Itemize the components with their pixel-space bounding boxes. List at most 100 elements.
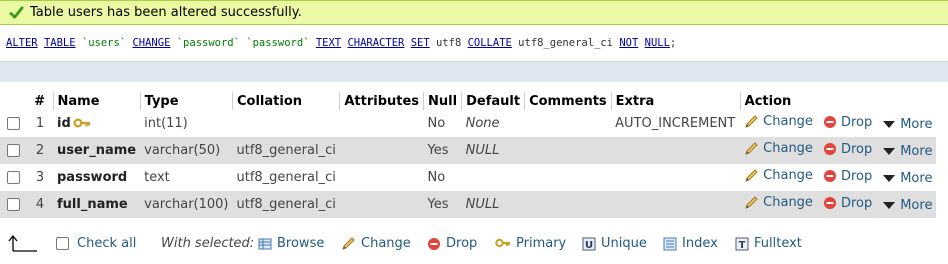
unique-button[interactable]: U Unique	[582, 236, 647, 251]
primary-label[interactable]: Primary	[516, 236, 566, 251]
row-select[interactable]	[0, 110, 27, 137]
more-label[interactable]: More	[900, 144, 932, 159]
browse-label[interactable]: Browse	[277, 236, 324, 251]
drop-label[interactable]: Drop	[841, 142, 872, 157]
row-select[interactable]	[0, 137, 27, 164]
drop-label[interactable]: Drop	[446, 236, 477, 251]
bulk-actions-bar: Check all With selected: Browse Change D…	[0, 230, 948, 260]
sql-keyword[interactable]: CHANGE	[132, 37, 170, 49]
primary-button[interactable]: Primary	[495, 236, 566, 251]
cell-number: 2	[27, 137, 53, 164]
change-column-button[interactable]: Change	[744, 114, 813, 129]
sql-keyword[interactable]: ALTER	[6, 37, 38, 49]
drop-icon	[823, 116, 836, 128]
index-icon	[663, 237, 677, 250]
header-null: Null	[423, 92, 463, 110]
drop-column-button[interactable]: Drop	[823, 196, 872, 211]
with-selected-label: With selected:	[161, 236, 255, 251]
sql-keyword[interactable]: NOT	[619, 37, 638, 49]
fulltext-button[interactable]: T Fulltext	[735, 236, 802, 251]
check-all-checkbox[interactable]	[56, 237, 69, 250]
row-select[interactable]	[0, 191, 27, 218]
cell-collation: utf8_general_ci	[232, 191, 340, 218]
change-label[interactable]: Change	[763, 195, 813, 210]
drop-icon	[823, 143, 836, 155]
row-select[interactable]	[0, 164, 27, 191]
cell-default	[461, 164, 525, 191]
triangle-down-icon	[883, 148, 896, 155]
cell-action: Change Drop More	[740, 164, 937, 191]
triangle-down-icon	[883, 175, 896, 182]
column-name: user_name	[57, 143, 137, 158]
cell-type: text	[140, 164, 233, 191]
change-label[interactable]: Change	[361, 236, 411, 251]
pencil-icon	[745, 115, 758, 128]
more-actions-button[interactable]: More	[882, 144, 932, 159]
sql-identifier: `password`	[176, 37, 240, 49]
cell-comments	[524, 110, 612, 137]
drop-column-button[interactable]: Drop	[823, 169, 872, 184]
change-column-button[interactable]: Change	[744, 195, 813, 210]
more-label[interactable]: More	[900, 171, 932, 186]
sql-keyword[interactable]: NULL	[645, 37, 670, 49]
query-toolbar-strip	[0, 62, 948, 82]
drop-column-button[interactable]: Drop	[823, 142, 872, 157]
more-label[interactable]: More	[900, 198, 932, 213]
header-action: Action	[740, 92, 937, 110]
cell-attributes	[339, 164, 424, 191]
more-actions-button[interactable]: More	[882, 198, 932, 213]
cell-type: varchar(50)	[140, 137, 233, 164]
change-label[interactable]: Change	[763, 114, 813, 129]
row-checkbox[interactable]	[7, 171, 20, 184]
drop-label[interactable]: Drop	[841, 169, 872, 184]
sql-keyword[interactable]: CHARACTER	[347, 37, 404, 49]
checkmark-icon	[9, 6, 24, 19]
unique-label[interactable]: Unique	[601, 236, 647, 251]
column-name: full_name	[57, 197, 128, 212]
cell-action: Change Drop More	[740, 137, 937, 164]
check-all-label[interactable]: Check all	[77, 236, 136, 251]
index-button[interactable]: Index	[663, 236, 718, 251]
drop-label[interactable]: Drop	[841, 115, 872, 130]
check-all[interactable]: Check all	[56, 236, 136, 251]
sql-identifier: `password`	[246, 37, 310, 49]
more-actions-button[interactable]: More	[882, 117, 932, 132]
row-checkbox[interactable]	[7, 117, 20, 130]
change-label[interactable]: Change	[763, 141, 813, 156]
drop-label[interactable]: Drop	[841, 196, 872, 211]
sql-keyword[interactable]: TABLE	[44, 37, 76, 49]
cell-name: id	[53, 110, 141, 137]
drop-selected-button[interactable]: Drop	[427, 236, 477, 251]
column-name: password	[57, 170, 128, 185]
header-type: Type	[140, 92, 234, 110]
header-default: Default	[461, 92, 526, 110]
sql-text: ;	[669, 37, 677, 49]
change-column-button[interactable]: Change	[744, 168, 813, 183]
row-checkbox[interactable]	[7, 198, 20, 211]
sql-keyword[interactable]: SET	[411, 37, 430, 49]
table-row: 1 id int(11) No None AUTO_INCREMENT Change Drop…	[0, 110, 937, 137]
cell-action: Change Drop More	[740, 110, 937, 137]
triangle-down-icon	[883, 121, 896, 128]
cell-extra	[611, 137, 741, 164]
change-selected-button[interactable]: Change	[341, 236, 411, 251]
drop-column-button[interactable]: Drop	[823, 115, 872, 130]
svg-text:U: U	[585, 240, 593, 251]
browse-button[interactable]: Browse	[258, 236, 324, 251]
more-label[interactable]: More	[900, 117, 932, 132]
index-label[interactable]: Index	[682, 236, 718, 251]
drop-icon	[823, 170, 836, 182]
pencil-icon	[745, 169, 758, 182]
sql-keyword[interactable]: TEXT	[316, 37, 341, 49]
header-name: Name	[53, 92, 141, 110]
primary-key-icon	[73, 117, 90, 128]
fulltext-label[interactable]: Fulltext	[754, 236, 802, 251]
cell-collation	[232, 110, 340, 137]
column-name: id	[57, 116, 71, 131]
sql-keyword[interactable]: COLLATE	[468, 37, 512, 49]
more-actions-button[interactable]: More	[882, 171, 932, 186]
row-checkbox[interactable]	[7, 144, 20, 157]
change-column-button[interactable]: Change	[744, 141, 813, 156]
change-label[interactable]: Change	[763, 168, 813, 183]
header-number: #	[27, 92, 54, 110]
